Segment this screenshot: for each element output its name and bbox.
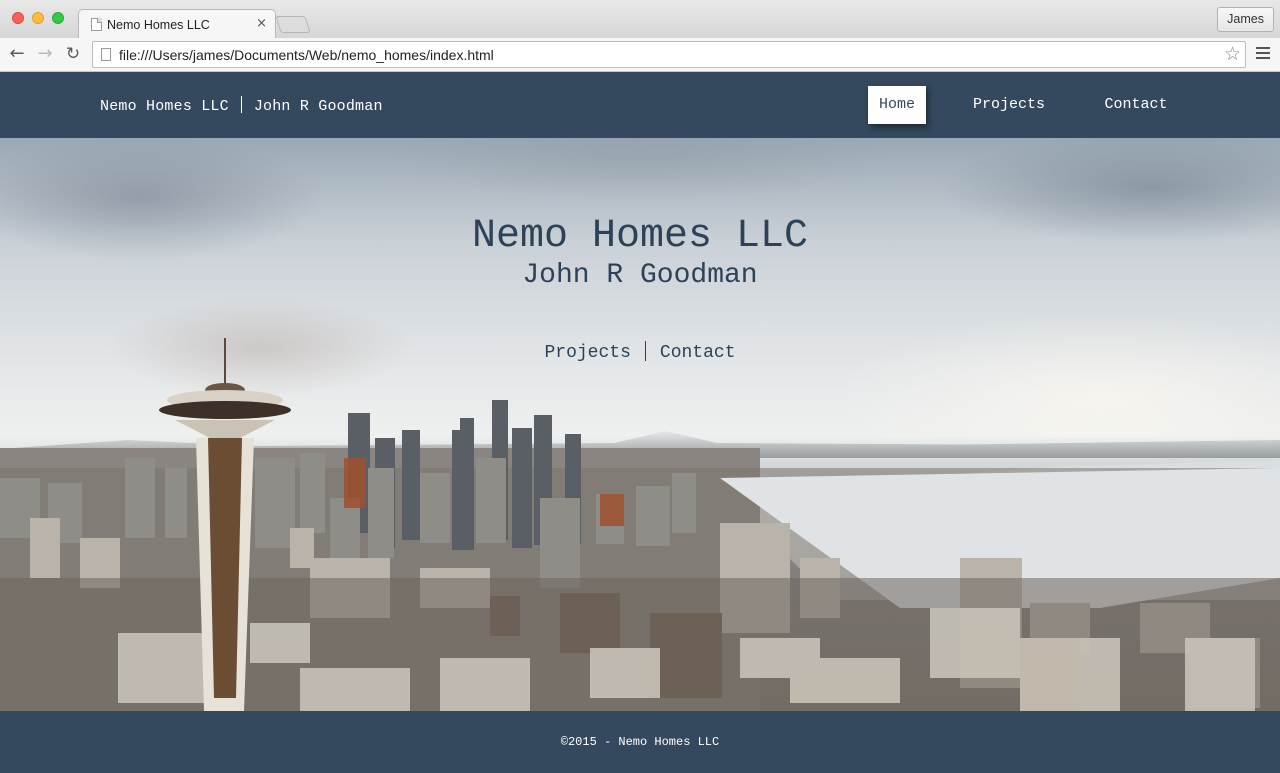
new-tab-button[interactable] — [275, 16, 311, 33]
page-icon — [91, 18, 102, 31]
profile-button[interactable]: James — [1217, 7, 1274, 32]
tab-title: Nemo Homes LLC — [107, 18, 210, 32]
hero-subtitle: John R Goodman — [522, 260, 758, 291]
site-footer: ©2015 - Nemo Homes LLC — [0, 711, 1280, 773]
nav-home[interactable]: Home — [868, 86, 926, 124]
nav-projects[interactable]: Projects — [962, 86, 1056, 124]
hero-links: Projects Contact — [0, 341, 1280, 365]
url-text[interactable]: file:///Users/james/Documents/Web/nemo_h… — [119, 47, 494, 63]
close-tab-icon[interactable]: × — [256, 16, 267, 31]
brand-divider — [240, 96, 242, 113]
forward-arrow-icon[interactable]: → — [34, 43, 56, 65]
reload-icon[interactable]: ↻ — [62, 43, 84, 65]
browser-tab[interactable]: Nemo Homes LLC × — [78, 9, 276, 39]
hero-title: Nemo Homes LLC — [471, 214, 809, 259]
back-arrow-icon[interactable]: ← — [6, 43, 28, 65]
hero-section: Nemo Homes LLC John R Goodman Projects Co… — [0, 138, 1280, 711]
close-window-button[interactable] — [12, 12, 24, 24]
site-header: Nemo Homes LLC John R Goodman Home Projec… — [0, 72, 1280, 138]
browser-toolbar: ← → ↻ file:///Users/james/Documents/Web/… — [0, 38, 1280, 72]
address-bar[interactable]: file:///Users/james/Documents/Web/nemo_h… — [92, 41, 1246, 68]
brand[interactable]: Nemo Homes LLC John R Goodman — [100, 96, 383, 115]
brand-name[interactable]: Nemo Homes LLC — [100, 98, 229, 115]
footer-copyright: ©2015 - Nemo Homes LLC — [560, 735, 720, 749]
hamburger-menu-icon[interactable] — [1256, 47, 1270, 61]
browser-titlebar: Nemo Homes LLC × James — [0, 0, 1280, 39]
bookmark-star-icon[interactable]: ☆ — [1224, 43, 1241, 65]
hero-link-divider — [644, 341, 646, 361]
minimize-window-button[interactable] — [32, 12, 44, 24]
brand-owner[interactable]: John R Goodman — [254, 98, 383, 115]
hero-link-contact[interactable]: Contact — [660, 343, 736, 363]
hero-link-projects[interactable]: Projects — [544, 343, 630, 363]
nav-contact[interactable]: Contact — [1094, 86, 1178, 124]
page-icon — [101, 48, 111, 61]
zoom-window-button[interactable] — [52, 12, 64, 24]
